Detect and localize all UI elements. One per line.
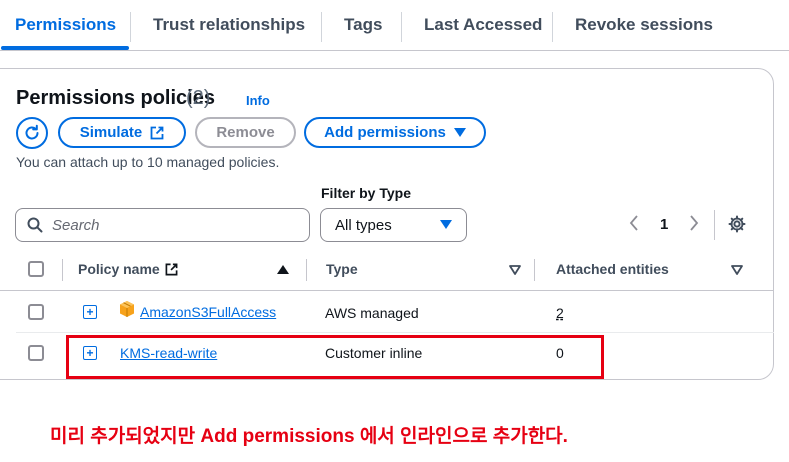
attached-entities-count[interactable]: 2 xyxy=(556,305,564,321)
row-checkbox[interactable] xyxy=(28,304,44,320)
info-link[interactable]: Info xyxy=(246,93,270,108)
caret-down-icon xyxy=(440,220,452,230)
sort-ascending-icon[interactable] xyxy=(277,264,289,274)
column-divider xyxy=(62,259,63,281)
tab-tags[interactable]: Tags xyxy=(344,15,382,35)
column-divider xyxy=(306,259,307,281)
select-all-checkbox[interactable] xyxy=(28,261,44,277)
column-header-policy-name[interactable]: Policy name xyxy=(78,261,178,277)
tab-permissions[interactable]: Permissions xyxy=(15,15,116,35)
add-permissions-button[interactable]: Add permissions xyxy=(304,117,486,148)
type-filter-value: All types xyxy=(335,216,392,234)
expand-icon[interactable]: + xyxy=(83,305,97,319)
tab-last-accessed[interactable]: Last Accessed xyxy=(424,15,542,35)
simulate-label: Simulate xyxy=(79,124,143,141)
policy-type: AWS managed xyxy=(325,305,419,321)
sort-icon[interactable] xyxy=(731,265,743,275)
tab-divider xyxy=(552,12,553,42)
search-box xyxy=(15,208,310,242)
gear-icon[interactable] xyxy=(728,215,746,238)
search-icon xyxy=(27,217,43,233)
policy-link[interactable]: AmazonS3FullAccess xyxy=(140,304,276,320)
external-link-icon xyxy=(150,126,164,140)
add-permissions-label: Add permissions xyxy=(324,124,446,141)
refresh-button[interactable] xyxy=(16,117,48,149)
previous-page-icon[interactable] xyxy=(628,214,640,236)
aws-box-icon xyxy=(118,300,136,318)
column-header-attached-entities[interactable]: Attached entities xyxy=(556,261,669,277)
current-page[interactable]: 1 xyxy=(660,216,668,233)
policy-name-header-label: Policy name xyxy=(78,261,160,277)
row-divider xyxy=(16,332,774,333)
remove-label: Remove xyxy=(216,124,275,141)
tab-divider xyxy=(130,12,131,42)
attached-entities-header-label: Attached entities xyxy=(556,261,669,277)
external-link-icon xyxy=(165,263,178,276)
type-header-label: Type xyxy=(326,261,358,277)
tabs-divider xyxy=(0,50,789,51)
refresh-icon xyxy=(23,124,41,142)
remove-button[interactable]: Remove xyxy=(195,117,296,148)
policy-count: (2) xyxy=(186,87,211,109)
row-checkbox[interactable] xyxy=(28,345,44,361)
simulate-button[interactable]: Simulate xyxy=(58,117,186,148)
column-header-type[interactable]: Type xyxy=(326,261,358,277)
caret-down-icon xyxy=(453,127,466,138)
tab-divider xyxy=(401,12,402,42)
table-header-divider xyxy=(0,290,774,291)
search-input[interactable] xyxy=(52,216,292,234)
highlight-box xyxy=(66,335,604,379)
next-page-icon[interactable] xyxy=(688,214,700,236)
tab-revoke-sessions[interactable]: Revoke sessions xyxy=(575,15,713,35)
sort-icon[interactable] xyxy=(509,265,521,275)
column-divider xyxy=(534,259,535,281)
pagination-divider xyxy=(714,210,715,240)
tab-divider xyxy=(321,12,322,42)
filter-by-type-label: Filter by Type xyxy=(321,185,411,201)
tab-trust-relationships[interactable]: Trust relationships xyxy=(153,15,305,35)
managed-policies-hint: You can attach up to 10 managed policies… xyxy=(16,154,280,170)
tab-bar: Permissions Trust relationships Tags Las… xyxy=(0,0,789,52)
annotation-note: 미리 추가되었지만 Add permissions 에서 인라인으로 추가한다. xyxy=(50,426,568,447)
type-filter-select[interactable]: All types xyxy=(320,208,467,242)
